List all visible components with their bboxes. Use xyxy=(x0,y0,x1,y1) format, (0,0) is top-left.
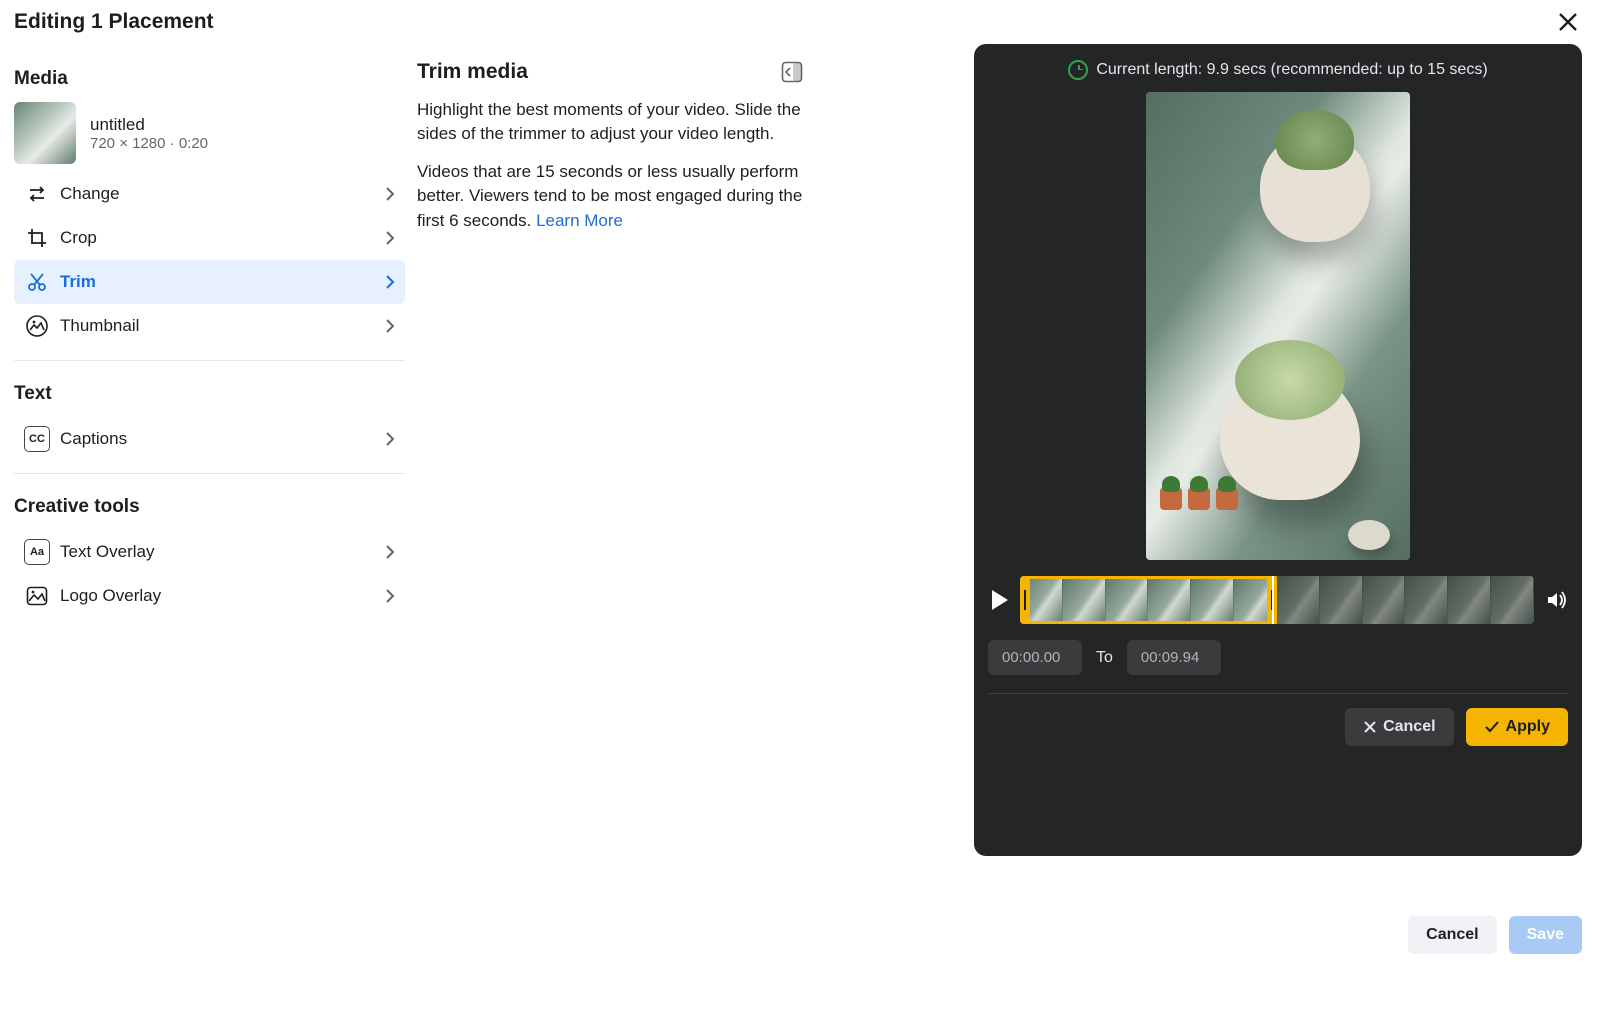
sidebar-item-text-overlay[interactable]: Aa Text Overlay xyxy=(14,530,405,574)
chevron-right-icon xyxy=(385,544,395,560)
divider xyxy=(14,360,405,361)
check-icon xyxy=(1484,720,1500,734)
sidebar-item-label: Thumbnail xyxy=(60,316,385,336)
close-icon xyxy=(1363,720,1377,734)
cut-icon xyxy=(24,269,50,295)
time-from-input[interactable] xyxy=(988,640,1082,675)
footer-save-button[interactable]: Save xyxy=(1509,916,1582,954)
play-button[interactable] xyxy=(992,590,1008,610)
time-to-input[interactable] xyxy=(1127,640,1221,675)
thumbnail-icon xyxy=(24,313,50,339)
sidebar-item-label: Logo Overlay xyxy=(60,586,385,606)
divider xyxy=(988,693,1568,694)
media-file-meta: 720 × 1280 · 0:20 xyxy=(90,135,208,152)
sidebar-item-label: Crop xyxy=(60,228,385,248)
page-title: Editing 1 Placement xyxy=(14,10,214,34)
media-file-name: untitled xyxy=(90,115,208,135)
sidebar-item-label: Trim xyxy=(60,272,385,292)
close-icon xyxy=(1558,12,1578,32)
close-button[interactable] xyxy=(1550,8,1586,36)
to-label: To xyxy=(1096,649,1113,667)
sidebar-item-label: Captions xyxy=(60,429,385,449)
section-title-media: Media xyxy=(14,68,405,90)
volume-button[interactable] xyxy=(1546,590,1568,610)
sidebar-item-thumbnail[interactable]: Thumbnail xyxy=(14,304,405,348)
media-thumbnail xyxy=(14,102,76,164)
divider xyxy=(14,473,405,474)
learn-more-link[interactable]: Learn More xyxy=(536,211,623,230)
image-icon xyxy=(24,583,50,609)
detail-title: Trim media xyxy=(417,60,528,84)
detail-paragraph: Videos that are 15 seconds or less usual… xyxy=(417,160,803,232)
sidebar-item-label: Change xyxy=(60,184,385,204)
media-file-row[interactable]: untitled 720 × 1280 · 0:20 xyxy=(14,102,405,164)
detail-paragraph: Highlight the best moments of your video… xyxy=(417,98,803,146)
chevron-right-icon xyxy=(385,230,395,246)
sidebar-item-change[interactable]: Change xyxy=(14,172,405,216)
preview-cancel-button[interactable]: Cancel xyxy=(1345,708,1453,746)
sidebar-item-trim[interactable]: Trim xyxy=(14,260,405,304)
section-title-tools: Creative tools xyxy=(14,496,405,518)
footer-cancel-button[interactable]: Cancel xyxy=(1408,916,1496,954)
clock-icon xyxy=(1068,60,1088,80)
swap-icon xyxy=(24,181,50,207)
current-length-text: Current length: 9.9 secs (recommended: u… xyxy=(1096,61,1487,79)
playhead[interactable] xyxy=(1272,576,1274,624)
chevron-right-icon xyxy=(385,588,395,604)
apply-button[interactable]: Apply xyxy=(1466,708,1568,746)
video-preview[interactable] xyxy=(1146,92,1410,560)
preview-panel: Current length: 9.9 secs (recommended: u… xyxy=(974,44,1582,856)
text-overlay-icon: Aa xyxy=(24,539,50,565)
sidebar-item-logo-overlay[interactable]: Logo Overlay xyxy=(14,574,405,618)
section-title-text: Text xyxy=(14,383,405,405)
crop-icon xyxy=(24,225,50,251)
sidebar-item-crop[interactable]: Crop xyxy=(14,216,405,260)
captions-icon: CC xyxy=(24,426,50,452)
sidebar-item-captions[interactable]: CC Captions xyxy=(14,417,405,461)
chevron-right-icon xyxy=(385,186,395,202)
collapse-icon[interactable] xyxy=(781,61,803,83)
trim-handle-start[interactable] xyxy=(1020,576,1030,624)
sidebar-item-label: Text Overlay xyxy=(60,542,385,562)
chevron-right-icon xyxy=(385,318,395,334)
timeline-track[interactable] xyxy=(1020,576,1534,624)
chevron-right-icon xyxy=(385,431,395,447)
detail-panel: Trim media Highlight the best moments of… xyxy=(413,36,823,856)
sidebar: Media untitled 720 × 1280 · 0:20 Change … xyxy=(0,36,413,856)
chevron-right-icon xyxy=(385,274,395,290)
